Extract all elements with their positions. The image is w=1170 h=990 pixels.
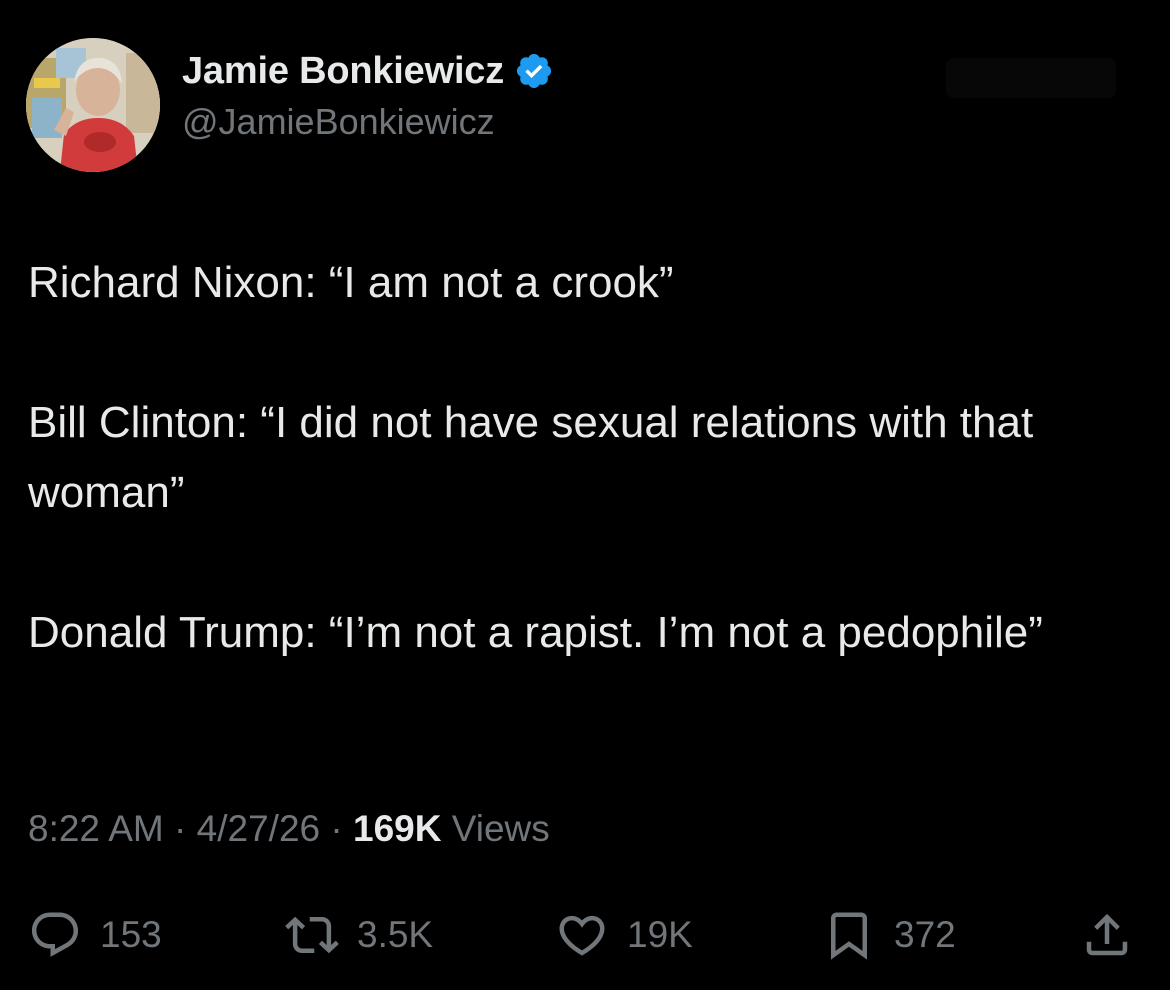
- tweet-date[interactable]: 4/27/26: [197, 808, 320, 849]
- author-handle[interactable]: @JamieBonkiewicz: [182, 101, 554, 143]
- bookmark-icon: [822, 908, 876, 962]
- bookmark-button[interactable]: 372: [822, 905, 956, 965]
- display-name-row: Jamie Bonkiewicz: [182, 50, 554, 93]
- reply-count: 153: [100, 914, 162, 955]
- tweet: Jamie Bonkiewicz @JamieBonkiewicz Richar…: [0, 0, 1170, 990]
- avatar[interactable]: [26, 38, 160, 172]
- views-label[interactable]: Views: [452, 808, 550, 849]
- repost-button[interactable]: 3.5K: [285, 905, 433, 965]
- tweet-paragraph: Bill Clinton: “I did not have sexual rel…: [28, 398, 1034, 517]
- tweet-time[interactable]: 8:22 AM: [28, 808, 164, 849]
- avatar-image: [26, 38, 160, 172]
- tweet-paragraph: Richard Nixon: “I am not a crook”: [28, 258, 674, 307]
- watermark: [946, 58, 1116, 98]
- reply-button[interactable]: 153: [28, 905, 162, 965]
- tweet-text: Richard Nixon: “I am not a crook” Bill C…: [28, 248, 1138, 668]
- share-button[interactable]: [1080, 905, 1134, 965]
- verified-badge-icon[interactable]: [514, 51, 554, 91]
- like-count: 19K: [627, 914, 693, 955]
- tweet-meta: 8:22 AM · 4/27/26 · 169K Views: [28, 808, 550, 850]
- reply-icon: [28, 908, 82, 962]
- meta-separator: ·: [174, 808, 187, 849]
- author-names: Jamie Bonkiewicz @JamieBonkiewicz: [182, 50, 554, 143]
- tweet-paragraph: Donald Trump: “I’m not a rapist. I’m not…: [28, 608, 1043, 657]
- bookmark-count: 372: [894, 914, 956, 955]
- views-count[interactable]: 169K: [353, 808, 441, 849]
- action-bar: 153 3.5K 19K 372: [0, 905, 1170, 965]
- like-button[interactable]: 19K: [555, 905, 693, 965]
- meta-separator: ·: [330, 808, 343, 849]
- repost-icon: [285, 908, 339, 962]
- display-name[interactable]: Jamie Bonkiewicz: [182, 50, 504, 93]
- share-icon: [1080, 908, 1134, 962]
- tweet-header: Jamie Bonkiewicz @JamieBonkiewicz: [26, 38, 554, 172]
- repost-count: 3.5K: [357, 914, 434, 955]
- like-icon: [555, 908, 609, 962]
